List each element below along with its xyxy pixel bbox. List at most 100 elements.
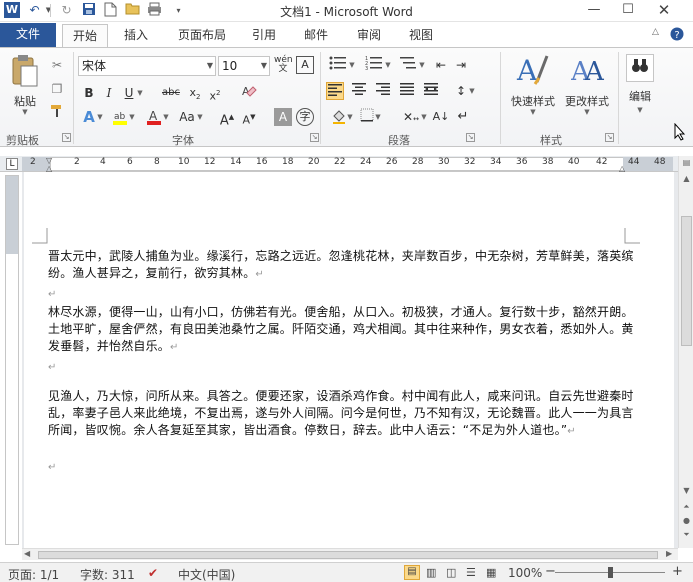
maximize-icon[interactable]: ☐: [614, 0, 642, 20]
format-painter-icon[interactable]: [48, 104, 66, 122]
print-layout-view-icon[interactable]: ▤: [404, 565, 420, 580]
bold-icon[interactable]: B: [80, 84, 98, 102]
italic-icon[interactable]: I: [100, 84, 118, 102]
document-paragraph[interactable]: ↵: [48, 458, 645, 476]
align-left-icon[interactable]: [326, 82, 344, 100]
scroll-down-icon[interactable]: ▼: [680, 484, 693, 497]
underline-dropdown-icon[interactable]: ▼: [136, 84, 144, 102]
strikethrough-icon[interactable]: abc: [160, 84, 182, 102]
paste-icon[interactable]: [8, 54, 42, 90]
outline-view-icon[interactable]: ☰: [466, 566, 476, 579]
bullets-icon[interactable]: [326, 56, 350, 74]
change-styles-dropdown-icon[interactable]: ▼: [582, 108, 592, 116]
minimize-ribbon-icon[interactable]: △: [652, 27, 659, 37]
font-color-icon[interactable]: A: [144, 108, 164, 126]
page-count[interactable]: 页面: 1/1: [8, 566, 59, 582]
find-binoculars-icon[interactable]: [626, 54, 654, 82]
scroll-left-icon[interactable]: ◀: [24, 549, 30, 558]
full-screen-reading-icon[interactable]: ▥: [426, 566, 436, 579]
document-paragraph[interactable]: 见渔人，乃大惊，问所从来。具答之。便要还家，设酒杀鸡作食。村中闻有此人，咸来问讯…: [48, 388, 645, 440]
clear-formatting-icon[interactable]: A: [238, 82, 260, 100]
superscript-icon[interactable]: x2: [206, 84, 224, 103]
sort-icon[interactable]: A↓: [432, 108, 450, 126]
tab-insert[interactable]: 插入: [114, 24, 158, 47]
multilevel-dropdown-icon[interactable]: ▼: [418, 56, 426, 74]
ruler-toggle-icon[interactable]: ▤: [680, 156, 693, 169]
help-icon[interactable]: ?: [670, 27, 684, 44]
highlight-dropdown-icon[interactable]: ▼: [128, 108, 136, 126]
font-name-select[interactable]: 宋体 ▼: [78, 56, 216, 76]
change-styles-button-label[interactable]: 更改样式: [562, 93, 612, 109]
cut-icon[interactable]: ✂: [48, 56, 66, 74]
clipboard-launcher-icon[interactable]: ↘: [62, 133, 71, 142]
shrink-font-icon[interactable]: A▼: [240, 108, 258, 127]
scroll-right-icon[interactable]: ▶: [666, 549, 672, 558]
close-icon[interactable]: ✕: [650, 0, 678, 20]
vertical-ruler[interactable]: [5, 175, 19, 545]
change-styles-icon[interactable]: AA: [568, 52, 608, 88]
line-spacing-dropdown-icon[interactable]: ▼: [468, 82, 476, 100]
document-paragraph[interactable]: ↵: [48, 285, 645, 303]
horizontal-scrollbar[interactable]: ◀ ▶: [22, 548, 678, 560]
tab-references[interactable]: 引用: [244, 24, 284, 47]
font-color-dropdown-icon[interactable]: ▼: [162, 108, 170, 126]
subscript-icon[interactable]: x2: [186, 84, 204, 102]
draft-view-icon[interactable]: ▦: [486, 566, 496, 579]
show-marks-icon[interactable]: ↵: [454, 108, 472, 126]
char-border-icon[interactable]: A: [296, 56, 314, 74]
browse-object-icon[interactable]: ●: [680, 514, 693, 527]
zoom-slider-thumb[interactable]: [608, 567, 613, 578]
enclose-chars-icon[interactable]: 字: [296, 108, 314, 126]
quick-styles-icon[interactable]: A: [512, 52, 552, 88]
zoom-level[interactable]: 100%: [508, 566, 542, 580]
word-count[interactable]: 字数: 311: [80, 566, 135, 582]
zoom-in-icon[interactable]: +: [672, 564, 683, 579]
align-right-icon[interactable]: [374, 82, 392, 100]
phonetic-guide-icon[interactable]: wén 文: [274, 56, 293, 74]
tab-page-layout[interactable]: 页面布局: [170, 24, 234, 47]
increase-indent-icon[interactable]: ⇥: [452, 56, 470, 74]
font-launcher-icon[interactable]: ↘: [310, 133, 319, 142]
previous-page-icon[interactable]: ⏶: [680, 500, 693, 513]
document-paragraph[interactable]: 晋太元中，武陵人捕鱼为业。缘溪行，忘路之远近。忽逢桃花林，夹岸数百步，中无杂树，…: [48, 248, 645, 283]
borders-dropdown-icon[interactable]: ▼: [374, 108, 382, 126]
numbering-dropdown-icon[interactable]: ▼: [384, 56, 392, 74]
decrease-indent-icon[interactable]: ⇤: [432, 56, 450, 74]
multilevel-list-icon[interactable]: [396, 56, 420, 74]
minimize-icon[interactable]: —: [580, 0, 608, 20]
text-effects-dropdown-icon[interactable]: ▼: [96, 108, 104, 126]
distributed-icon[interactable]: [422, 82, 440, 100]
chinese-layout-dropdown-icon[interactable]: ▼: [420, 108, 428, 126]
horizontal-scroll-thumb[interactable]: [38, 551, 658, 559]
shading-dropdown-icon[interactable]: ▼: [346, 108, 354, 126]
copy-icon[interactable]: ❐: [48, 80, 66, 98]
styles-launcher-icon[interactable]: ↘: [605, 133, 614, 142]
document-paragraph[interactable]: ↵: [48, 358, 645, 376]
scroll-thumb[interactable]: [681, 216, 692, 346]
tab-stop-selector-icon[interactable]: L: [6, 158, 18, 170]
align-center-icon[interactable]: [350, 82, 368, 100]
tab-file[interactable]: 文件: [0, 23, 56, 47]
paste-button-label[interactable]: 粘贴: [10, 93, 40, 109]
change-case-icon[interactable]: Aa: [178, 108, 196, 126]
paste-dropdown-icon[interactable]: ▼: [20, 108, 30, 116]
paragraph-launcher-icon[interactable]: ↘: [466, 133, 475, 142]
horizontal-ruler[interactable]: L 2 2 4 6 8 10 12 14 16 18 20 22 24 26 2…: [0, 156, 693, 173]
scroll-up-icon[interactable]: ▲: [680, 172, 693, 185]
change-case-dropdown-icon[interactable]: ▼: [196, 108, 204, 126]
quick-styles-button-label[interactable]: 快速样式: [508, 93, 558, 109]
char-shading-icon[interactable]: A: [274, 108, 292, 126]
tab-review[interactable]: 审阅: [348, 24, 390, 47]
document-page[interactable]: 晋太元中，武陵人捕鱼为业。缘溪行，忘路之远近。忽逢桃花林，夹岸数百步，中无杂树，…: [24, 172, 674, 548]
language-indicator[interactable]: 中文(中国): [178, 566, 235, 582]
quick-styles-dropdown-icon[interactable]: ▼: [528, 108, 538, 116]
bullets-dropdown-icon[interactable]: ▼: [348, 56, 356, 74]
edit-button-label[interactable]: 编辑: [624, 88, 656, 104]
proofing-icon[interactable]: ✔: [148, 566, 158, 580]
highlight-icon[interactable]: ab: [110, 108, 130, 126]
vertical-scrollbar[interactable]: ▤ ▲ ▼ ⏶ ● ⏷: [678, 156, 693, 548]
next-page-icon[interactable]: ⏷: [680, 528, 693, 541]
numbering-icon[interactable]: 123: [362, 56, 386, 74]
font-size-select[interactable]: 10 ▼: [218, 56, 270, 76]
justify-icon[interactable]: [398, 82, 416, 100]
